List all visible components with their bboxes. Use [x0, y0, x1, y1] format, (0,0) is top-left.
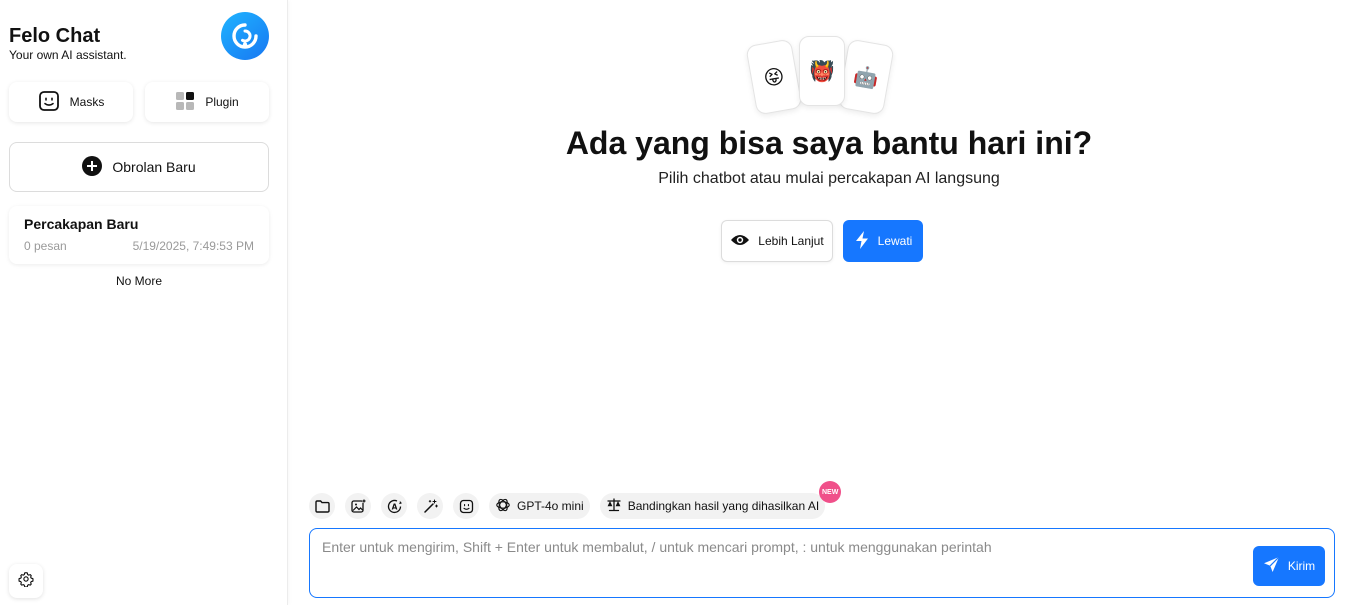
- send-button[interactable]: Kirim: [1253, 546, 1325, 586]
- more-button[interactable]: Lebih Lanjut: [721, 220, 833, 262]
- plugin-button[interactable]: Plugin: [145, 82, 269, 122]
- no-more-label: No More: [115, 274, 162, 288]
- chat-title: Percakapan Baru: [24, 216, 139, 232]
- plugin-label: Plugin: [205, 95, 239, 109]
- lightning-icon: [854, 230, 870, 253]
- openai-icon: [495, 497, 511, 516]
- model-label: GPT-4o mini: [517, 499, 584, 513]
- mask-face-icon[interactable]: [453, 493, 479, 519]
- page-subtitle: Pilih chatbot atau mulai percakapan AI l…: [658, 170, 1000, 187]
- composer-toolbar: A GPT-4o mini Bandingkan hasil yang diha…: [309, 481, 842, 519]
- message-composer: Kirim: [309, 528, 1335, 598]
- magic-wand-icon[interactable]: [417, 493, 443, 519]
- page-title: Ada yang bisa saya bantu hari ini?: [565, 125, 1093, 161]
- skip-label: Lewati: [877, 234, 913, 248]
- chat-date: 5/19/2025, 7:49:53 PM: [132, 239, 254, 253]
- more-label: Lebih Lanjut: [758, 234, 824, 248]
- scale-balance-icon: [606, 497, 622, 515]
- new-chat-button[interactable]: Obrolan Baru: [9, 142, 269, 192]
- plus-circle-icon: [82, 155, 103, 179]
- main-panel: 😝 👹 🤖 Ada yang bisa saya bantu hari ini?…: [289, 0, 1345, 605]
- new-badge: NEW: [819, 481, 842, 503]
- card-emoji-wink: 😝: [745, 38, 803, 116]
- translate-icon[interactable]: A: [381, 493, 407, 519]
- svg-text:A: A: [391, 502, 397, 511]
- chat-list-item[interactable]: Percakapan Baru 0 pesan 5/19/2025, 7:49:…: [9, 206, 269, 264]
- eye-icon: [730, 233, 750, 250]
- folder-icon[interactable]: [309, 493, 335, 519]
- compare-label: Bandingkan hasil yang dihasilkan AI: [627, 499, 820, 513]
- felo-logo-glyph: [232, 23, 258, 49]
- brand-title: Felo Chat: [9, 25, 101, 47]
- model-selector[interactable]: GPT-4o mini: [489, 493, 590, 519]
- card-emoji-robot: 🤖: [837, 38, 895, 116]
- gear-icon: [18, 571, 34, 592]
- card-emoji-ogre: 👹: [799, 36, 845, 106]
- send-arrow-icon: [1263, 556, 1280, 576]
- brand-subtitle: Your own AI assistant.: [9, 48, 127, 62]
- skip-button[interactable]: Lewati: [843, 220, 923, 262]
- masks-button[interactable]: Masks: [9, 82, 133, 122]
- compare-results-button[interactable]: Bandingkan hasil yang dihasilkan AI NEW: [599, 481, 842, 519]
- chat-message-count: 0 pesan: [24, 239, 67, 253]
- masks-label: Masks: [69, 95, 105, 109]
- settings-button[interactable]: [9, 564, 43, 598]
- send-label: Kirim: [1287, 559, 1316, 573]
- plugin-grid-icon: [175, 91, 195, 114]
- chatbot-cards: 😝 👹 🤖: [745, 36, 899, 116]
- message-input[interactable]: [322, 539, 1242, 587]
- new-chat-label: Obrolan Baru: [112, 159, 196, 175]
- felo-logo-icon[interactable]: [221, 12, 269, 60]
- image-plus-icon[interactable]: [345, 493, 371, 519]
- mask-face-icon: [38, 90, 60, 115]
- sidebar: Felo Chat Your own AI assistant. Masks P…: [0, 0, 288, 605]
